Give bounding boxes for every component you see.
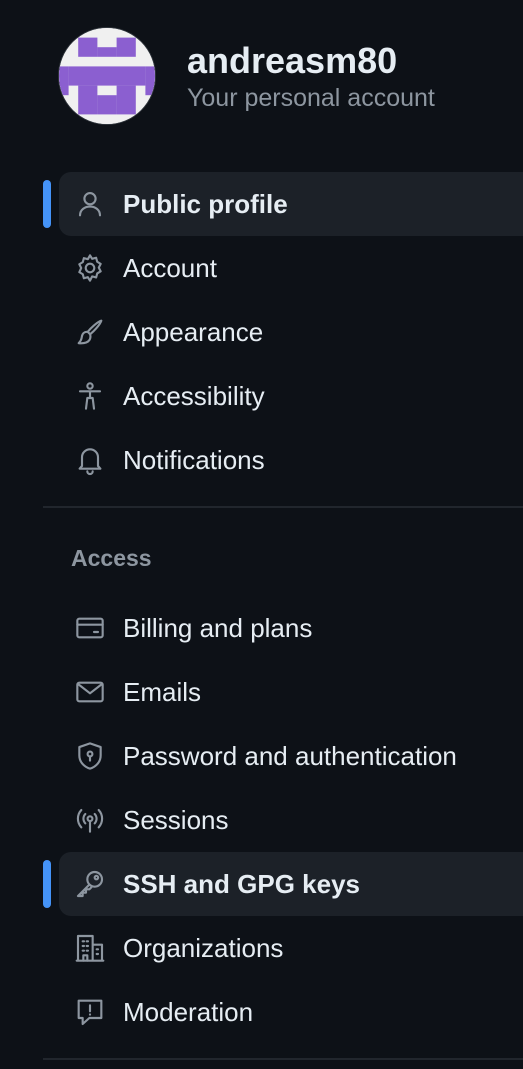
nav-item-account[interactable]: Account <box>59 236 523 300</box>
nav-item-moderation[interactable]: Moderation <box>59 980 523 1044</box>
accessibility-icon <box>74 380 106 412</box>
nav-item-label: Organizations <box>123 932 284 963</box>
person-icon <box>74 188 106 220</box>
gear-icon <box>74 252 106 284</box>
nav-item-label: Billing and plans <box>123 612 313 643</box>
nav-item-label: Sessions <box>123 804 229 835</box>
selected-indicator <box>43 180 51 228</box>
nav-item-organizations[interactable]: Organizations <box>59 916 523 980</box>
nav-item-label: Appearance <box>123 316 264 347</box>
divider <box>43 1058 523 1060</box>
mail-icon <box>74 676 106 708</box>
paintbrush-icon <box>74 316 106 348</box>
nav-item-label: Notifications <box>123 444 265 475</box>
nav-item-label: Public profile <box>123 188 288 219</box>
nav-item-public-profile[interactable]: Public profile <box>59 172 523 236</box>
divider <box>43 506 523 508</box>
key-icon <box>74 868 106 900</box>
nav-item-sessions[interactable]: Sessions <box>59 788 523 852</box>
nav-item-notifications[interactable]: Notifications <box>59 428 523 492</box>
bell-icon <box>74 444 106 476</box>
account-subtitle: Your personal account <box>187 84 435 112</box>
selected-indicator <box>43 860 51 908</box>
avatar[interactable] <box>58 27 156 125</box>
broadcast-icon <box>74 804 106 836</box>
account-header: andreasm80 Your personal account <box>58 27 435 125</box>
nav-item-emails[interactable]: Emails <box>59 660 523 724</box>
nav-item-label: Account <box>123 252 217 283</box>
nav-item-label: Accessibility <box>123 380 265 411</box>
nav-item-ssh-gpg-keys[interactable]: SSH and GPG keys <box>59 852 523 916</box>
credit-card-icon <box>74 612 106 644</box>
nav-item-billing[interactable]: Billing and plans <box>59 596 523 660</box>
username[interactable]: andreasm80 <box>187 39 435 83</box>
nav-item-label: Password and authentication <box>123 740 457 771</box>
section-heading-access: Access <box>71 545 152 571</box>
nav-item-label: Emails <box>123 676 202 707</box>
nav-item-label: SSH and GPG keys <box>123 868 360 899</box>
shield-lock-icon <box>74 740 106 772</box>
nav-item-accessibility[interactable]: Accessibility <box>59 364 523 428</box>
nav-item-password-authentication[interactable]: Password and authentication <box>59 724 523 788</box>
nav-item-label: Moderation <box>123 996 254 1027</box>
nav-item-appearance[interactable]: Appearance <box>59 300 523 364</box>
identicon-image <box>59 28 155 124</box>
organization-icon <box>74 932 106 964</box>
report-icon <box>74 996 106 1028</box>
